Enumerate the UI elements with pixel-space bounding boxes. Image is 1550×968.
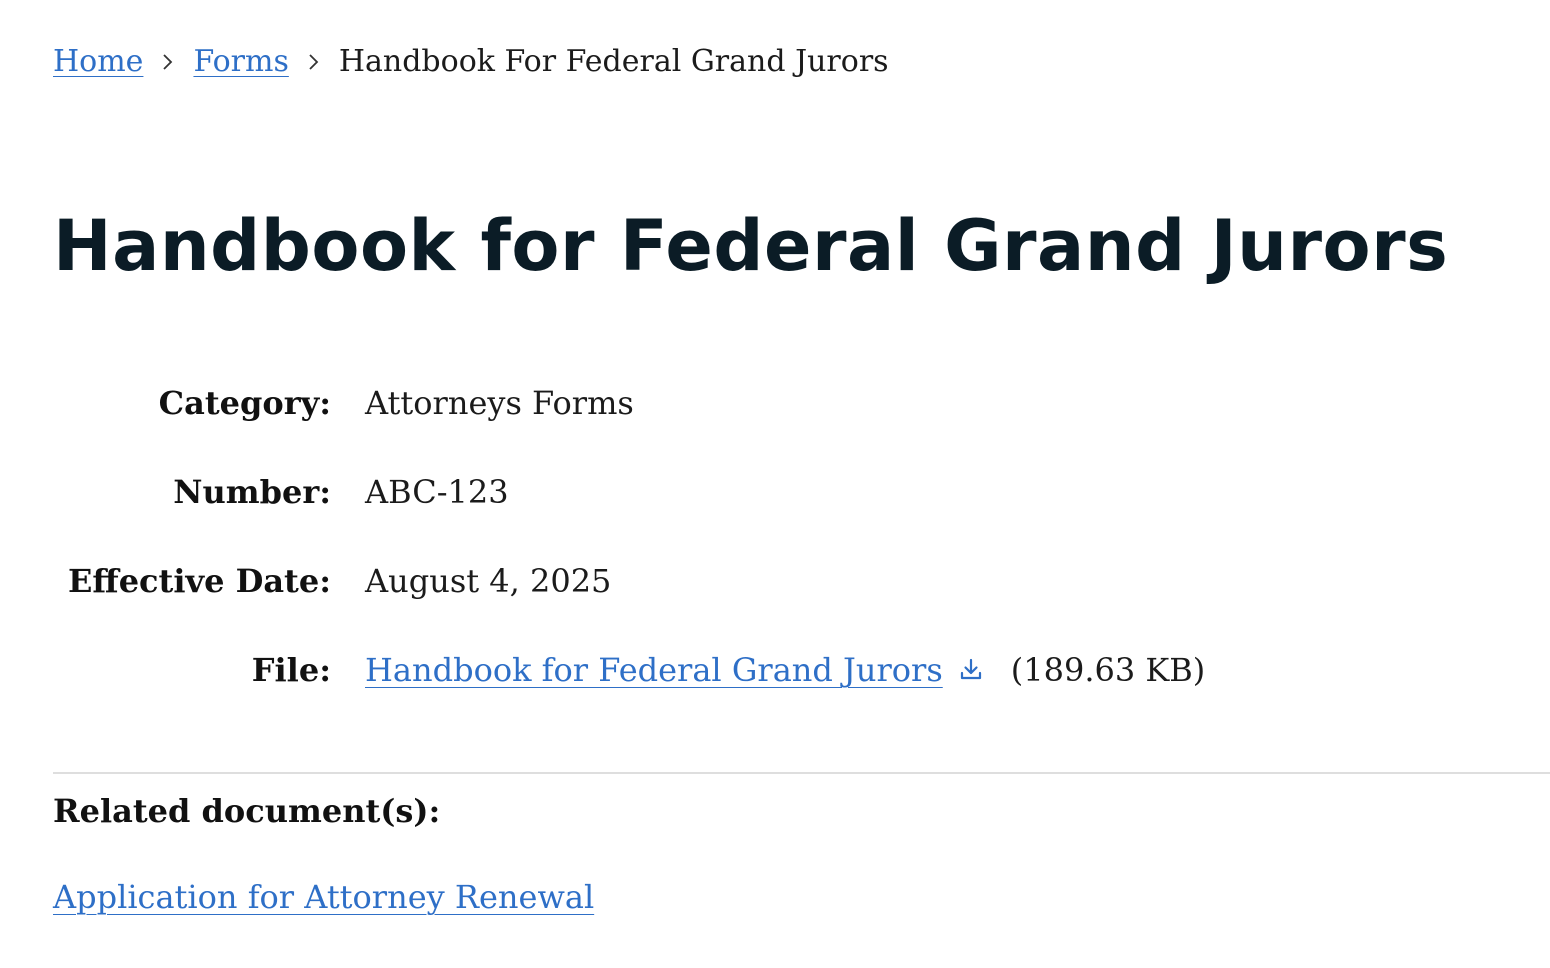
file-download-link[interactable]: Handbook for Federal Grand Jurors bbox=[365, 651, 943, 689]
page-content: Home Forms Handbook For Federal Grand Ju… bbox=[53, 0, 1550, 968]
download-icon[interactable] bbox=[957, 656, 985, 684]
file-value: Handbook for Federal Grand Jurors (189.6… bbox=[365, 651, 1205, 689]
effective-date-value: August 4, 2025 bbox=[365, 562, 612, 600]
breadcrumb-home-link[interactable]: Home bbox=[53, 40, 143, 84]
breadcrumb-current: Handbook For Federal Grand Jurors bbox=[338, 44, 889, 79]
effective-date-label: Effective Date: bbox=[68, 562, 331, 600]
page-title: Handbook for Federal Grand Jurors bbox=[53, 205, 1449, 287]
category-row: Category: Attorneys Forms bbox=[53, 375, 1503, 431]
related-document-link[interactable]: Application for Attorney Renewal bbox=[53, 872, 594, 922]
breadcrumb: Home Forms Handbook For Federal Grand Ju… bbox=[53, 40, 889, 84]
category-value: Attorneys Forms bbox=[365, 384, 634, 422]
number-value: ABC-123 bbox=[365, 473, 509, 511]
category-label: Category: bbox=[158, 384, 331, 422]
file-label: File: bbox=[251, 651, 331, 689]
number-label: Number: bbox=[173, 473, 331, 511]
file-size: (189.63 KB) bbox=[1010, 651, 1206, 689]
chevron-right-icon bbox=[143, 40, 193, 84]
section-divider bbox=[53, 772, 1550, 774]
chevron-right-icon bbox=[289, 40, 339, 84]
file-row: File: Handbook for Federal Grand Jurors … bbox=[53, 642, 1503, 698]
document-metadata: Category: Attorneys Forms Number: ABC-12… bbox=[53, 375, 1503, 731]
number-row: Number: ABC-123 bbox=[53, 464, 1503, 520]
related-documents-heading: Related document(s): bbox=[53, 792, 441, 830]
breadcrumb-forms-link[interactable]: Forms bbox=[193, 40, 288, 84]
effective-date-row: Effective Date: August 4, 2025 bbox=[53, 553, 1503, 609]
